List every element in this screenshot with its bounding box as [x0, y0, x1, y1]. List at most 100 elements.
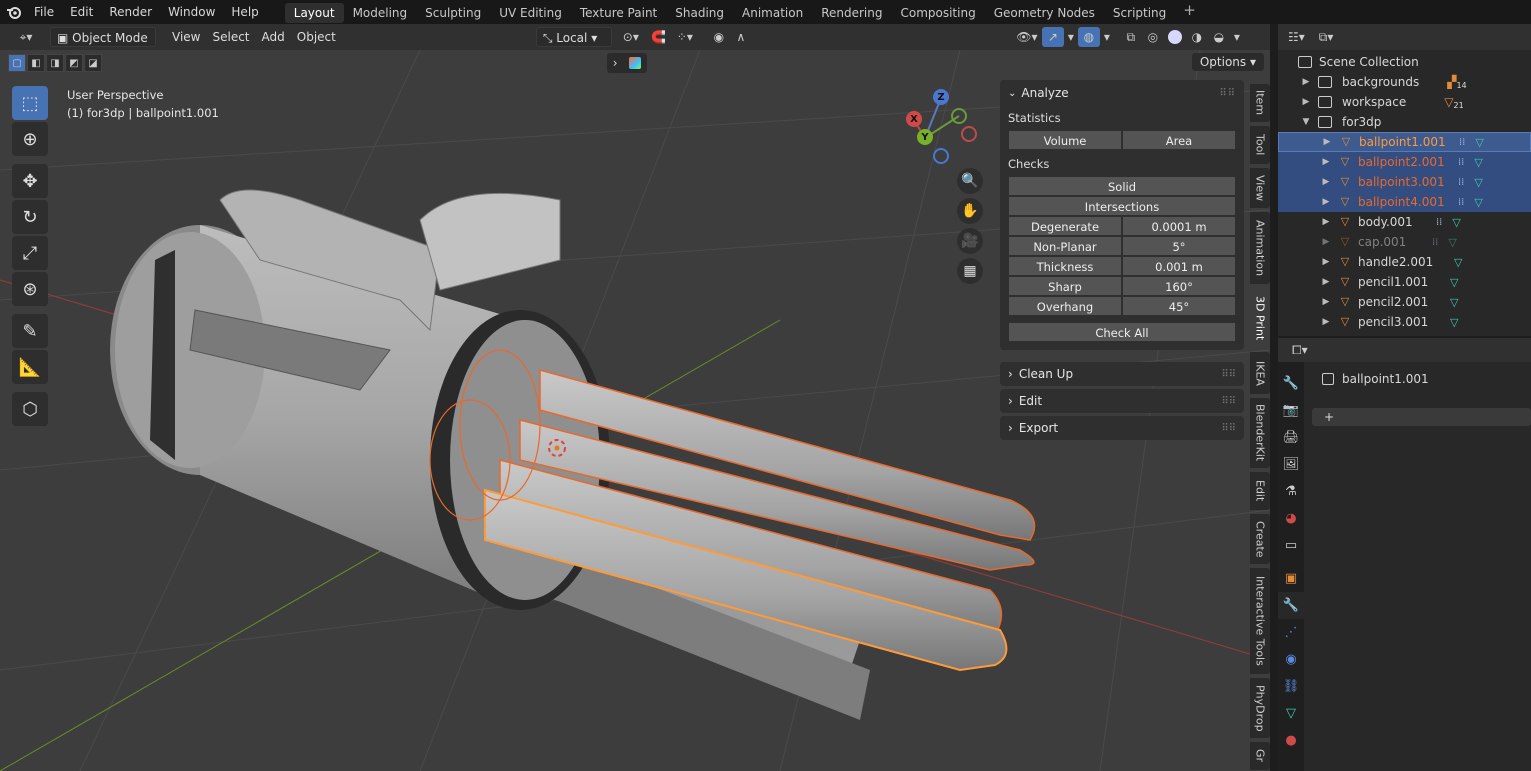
drag-grip-icon[interactable]: ⠿⠿ [1221, 369, 1236, 380]
gizmo-dropdown-icon[interactable]: ▾ [1064, 27, 1078, 47]
thickness-field[interactable]: 0.001 m [1122, 256, 1236, 276]
tab-shading[interactable]: Shading [666, 3, 733, 23]
outliner-object-row[interactable]: ▶ ▽ pencil2.001 ▽ [1278, 292, 1531, 312]
non-planar-button[interactable]: Non-Planar [1008, 236, 1122, 256]
tab-interactive-tools[interactable]: Interactive Tools [1250, 568, 1270, 674]
non-planar-field[interactable]: 5° [1122, 236, 1236, 256]
tab-scripting[interactable]: Scripting [1104, 3, 1175, 23]
menu-window[interactable]: Window [160, 0, 223, 24]
select-subtract-icon[interactable]: ◨ [46, 54, 64, 72]
camera-view-icon[interactable]: 🎥 [957, 228, 983, 254]
tool-properties-icon[interactable]: 🔧 [1278, 370, 1304, 397]
tab-view[interactable]: View [1250, 168, 1270, 208]
degenerate-button[interactable]: Degenerate [1008, 216, 1122, 236]
chevron-right-icon[interactable]: ▶ [1320, 257, 1332, 267]
export-panel-header[interactable]: › Export ⠿⠿ [1000, 416, 1244, 440]
tab-phydrop[interactable]: PhyDrop [1250, 678, 1270, 738]
tab-edit[interactable]: Edit [1250, 472, 1270, 510]
chevron-right-icon[interactable]: ▶ [1320, 197, 1332, 207]
intersections-button[interactable]: Intersections [1008, 196, 1236, 216]
tab-create[interactable]: Create [1250, 514, 1270, 564]
collection-row[interactable]: ▶ backgrounds ▞ 14 [1278, 72, 1531, 92]
select-intersect-icon[interactable]: ◪ [84, 54, 102, 72]
menu-object[interactable]: Object [291, 27, 342, 47]
snap-toggle-icon[interactable]: 🧲 [648, 27, 670, 47]
collection-row[interactable]: ▶ workspace ▽ 21 [1278, 92, 1531, 112]
pan-hand-icon[interactable]: ✋ [957, 198, 983, 224]
view-layer-properties-icon[interactable]: 🖼 [1278, 451, 1304, 478]
select-box-tool-icon[interactable]: ⬚ [12, 86, 48, 120]
chevron-right-icon[interactable]: ▶ [1320, 277, 1332, 287]
sharp-field[interactable]: 160° [1122, 276, 1236, 296]
tab-compositing[interactable]: Compositing [891, 3, 984, 23]
tab-modeling[interactable]: Modeling [344, 3, 417, 23]
drag-grip-icon[interactable]: ⠿⠿ [1219, 88, 1236, 99]
overlays-dropdown-icon[interactable]: ▾ [1100, 27, 1114, 47]
collection-row[interactable]: ▼ for3dp [1278, 112, 1531, 132]
tab-rendering[interactable]: Rendering [812, 3, 891, 23]
constraints-properties-icon[interactable]: ⛓ [1278, 673, 1304, 700]
chevron-right-icon[interactable]: ▶ [1321, 137, 1333, 147]
add-workspace-icon[interactable]: + [1175, 1, 1204, 23]
navigation-gizmo[interactable]: Z X Y [900, 86, 980, 166]
chevron-right-icon[interactable]: ▶ [1320, 237, 1332, 247]
rendered-shading-icon[interactable]: ◒ [1208, 27, 1230, 47]
chevron-right-icon[interactable]: ▶ [1320, 177, 1332, 187]
3d-viewport[interactable]: ▢ ◧ ◨ ◩ ◪ › Options ▾ ⬚ ⊕ ✥ ↻ ⤢ ⊛ ✎ 📐 ⬡ … [0, 50, 1270, 771]
particles-properties-icon[interactable]: ⋰ [1278, 619, 1304, 646]
xray-toggle-icon[interactable]: ⧉ [1120, 27, 1142, 47]
falloff-icon[interactable]: ∧ [730, 27, 752, 47]
analyze-panel-header[interactable]: ⌄ Analyze ⠿⠿ [1008, 80, 1236, 106]
tab-geometry-nodes[interactable]: Geometry Nodes [985, 3, 1104, 23]
modifier-properties-icon[interactable]: 🔧 [1278, 592, 1304, 619]
ortho-grid-icon[interactable]: ▦ [957, 258, 983, 284]
overhang-button[interactable]: Overhang [1008, 296, 1122, 316]
clean-up-panel-header[interactable]: › Clean Up ⠿⠿ [1000, 362, 1244, 386]
transform-orientation-dropdown[interactable]: ⤡ Local ▾ [535, 27, 612, 47]
volume-button[interactable]: Volume [1008, 130, 1122, 150]
check-all-button[interactable]: Check All [1008, 322, 1236, 342]
menu-edit[interactable]: Edit [62, 0, 101, 24]
tab-uv-editing[interactable]: UV Editing [490, 3, 571, 23]
chevron-right-icon[interactable]: ▶ [1320, 297, 1332, 307]
scene-properties-icon[interactable]: ⚗ [1278, 478, 1304, 505]
move-tool-icon[interactable]: ✥ [12, 164, 48, 198]
chevron-right-icon[interactable]: ▶ [1320, 217, 1332, 227]
shading-dropdown-icon[interactable]: ▾ [1230, 27, 1244, 47]
material-shading-icon[interactable]: ◑ [1186, 27, 1208, 47]
chevron-right-icon[interactable]: ▶ [1320, 157, 1332, 167]
outliner-object-row[interactable]: ▶ ▽ pencil1.001 ▽ [1278, 272, 1531, 292]
drag-grip-icon[interactable]: ⠿⠿ [1221, 423, 1236, 434]
gizmo-z-axis[interactable]: Z [933, 89, 949, 105]
physics-properties-icon[interactable]: ◉ [1278, 646, 1304, 673]
tab-sculpting[interactable]: Sculpting [416, 3, 490, 23]
solid-shading-icon[interactable] [1164, 27, 1186, 47]
render-properties-icon[interactable]: 📷 [1278, 397, 1304, 424]
object-mode-dropdown[interactable]: ▣ Object Mode ▾ [50, 27, 156, 65]
tab-gr[interactable]: Gr [1250, 742, 1270, 770]
output-properties-icon[interactable]: 🖨 [1278, 424, 1304, 451]
visibility-icon[interactable]: 👁▾ [1012, 27, 1042, 47]
overlays-toggle-icon[interactable]: ◍ [1077, 27, 1100, 47]
gizmo-x-axis[interactable]: X [906, 111, 922, 127]
tab-ikea[interactable]: IKEA [1250, 352, 1270, 394]
menu-select[interactable]: Select [206, 27, 255, 47]
menu-add[interactable]: Add [256, 27, 291, 47]
tab-blenderkit[interactable]: BlenderKit [1250, 398, 1270, 468]
transform-tool-icon[interactable]: ⊛ [12, 272, 48, 306]
properties-editor-type-icon[interactable]: ⧠▾ [1292, 343, 1308, 358]
pivot-point-icon[interactable]: ⊙▾ [616, 27, 646, 47]
chevron-right-icon[interactable]: ▶ [1320, 317, 1332, 327]
annotate-tool-icon[interactable]: ✎ [12, 314, 48, 348]
menu-view[interactable]: View [166, 27, 206, 47]
material-properties-icon[interactable]: ● [1278, 727, 1304, 754]
edit-panel-header[interactable]: › Edit ⠿⠿ [1000, 389, 1244, 413]
thickness-button[interactable]: Thickness [1008, 256, 1122, 276]
menu-file[interactable]: File [26, 0, 62, 24]
chevron-down-icon[interactable]: ▼ [1300, 117, 1312, 127]
add-cube-tool-icon[interactable]: ⬡ [12, 392, 48, 426]
tab-animation[interactable]: Animation [733, 3, 812, 23]
outliner-object-row[interactable]: ▶ ▽ pencil3.001 ▽ [1278, 312, 1531, 332]
gizmo-neg-z-axis[interactable] [933, 148, 949, 164]
gizmo-y-axis[interactable]: Y [917, 129, 933, 145]
